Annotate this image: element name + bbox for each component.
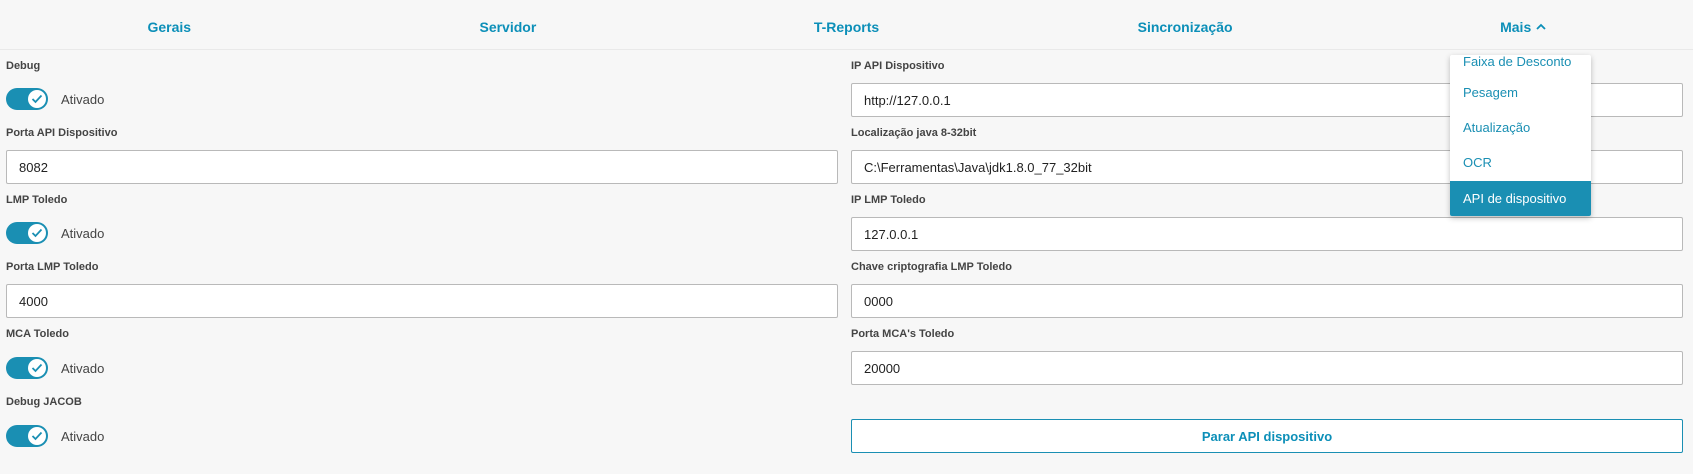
mca-toledo-label: MCA Toledo [6,328,69,340]
debug-jacob-label: Debug JACOB [6,396,82,408]
debug-toggle-row: Ativado [6,88,104,110]
tab-t-reports[interactable]: T-Reports [677,0,1016,49]
tab-label: Mais [1500,18,1532,35]
porta-lmp-label: Porta LMP Toledo [6,261,99,273]
mais-dropdown-menu: Faixa de Desconto Pesagem Atualização OC… [1450,55,1591,216]
check-icon [28,224,46,242]
check-icon [28,427,46,445]
menu-item-api-dispositivo[interactable]: API de dispositivo [1450,181,1591,216]
mca-toledo-toggle[interactable] [6,357,48,379]
porta-lmp-input[interactable]: 4000 [6,284,838,318]
check-icon [28,90,46,108]
tab-bar: Gerais Servidor T-Reports Sincronização … [0,0,1693,50]
tab-label: Sincronização [1137,18,1233,35]
debug-toggle[interactable] [6,88,48,110]
ip-api-label: IP API Dispositivo [851,60,945,72]
lmp-toledo-toggle[interactable] [6,222,48,244]
porta-mca-label: Porta MCA's Toledo [851,328,955,340]
lmp-toledo-toggle-row: Ativado [6,222,104,244]
tab-mais[interactable]: Mais [1354,0,1693,49]
debug-toggle-text: Ativado [61,91,105,107]
debug-jacob-toggle-row: Ativado [6,425,104,447]
mca-toledo-toggle-text: Ativado [61,360,105,376]
tab-sincronizacao[interactable]: Sincronização [1016,0,1355,49]
check-icon [28,359,46,377]
ip-lmp-label: IP LMP Toledo [851,194,926,206]
tab-label: Gerais [147,18,192,35]
chevron-up-icon [1536,23,1546,30]
tab-servidor[interactable]: Servidor [339,0,678,49]
porta-api-input[interactable]: 8082 [6,150,838,184]
tab-label: T-Reports [813,18,880,35]
java-loc-label: Localização java 8-32bit [851,127,977,139]
tab-label: Servidor [479,18,537,35]
menu-item-pesagem[interactable]: Pesagem [1450,75,1591,110]
mca-toledo-toggle-row: Ativado [6,357,104,379]
ip-lmp-input[interactable]: 127.0.0.1 [851,217,1683,251]
menu-item-atualizacao[interactable]: Atualização [1450,110,1591,145]
debug-jacob-toggle[interactable] [6,425,48,447]
lmp-toledo-toggle-text: Ativado [61,225,105,241]
chave-lmp-input[interactable]: 0000 [851,284,1683,318]
lmp-toledo-label: LMP Toledo [6,194,68,206]
debug-jacob-toggle-text: Ativado [61,428,105,444]
porta-api-label: Porta API Dispositivo [6,127,118,139]
chave-lmp-label: Chave criptografia LMP Toledo [851,261,1012,273]
debug-label: Debug [6,60,41,72]
tab-gerais[interactable]: Gerais [0,0,339,49]
porta-mca-input[interactable]: 20000 [851,351,1683,385]
menu-item-ocr[interactable]: OCR [1450,145,1591,180]
stop-api-button[interactable]: Parar API dispositivo [851,419,1683,453]
